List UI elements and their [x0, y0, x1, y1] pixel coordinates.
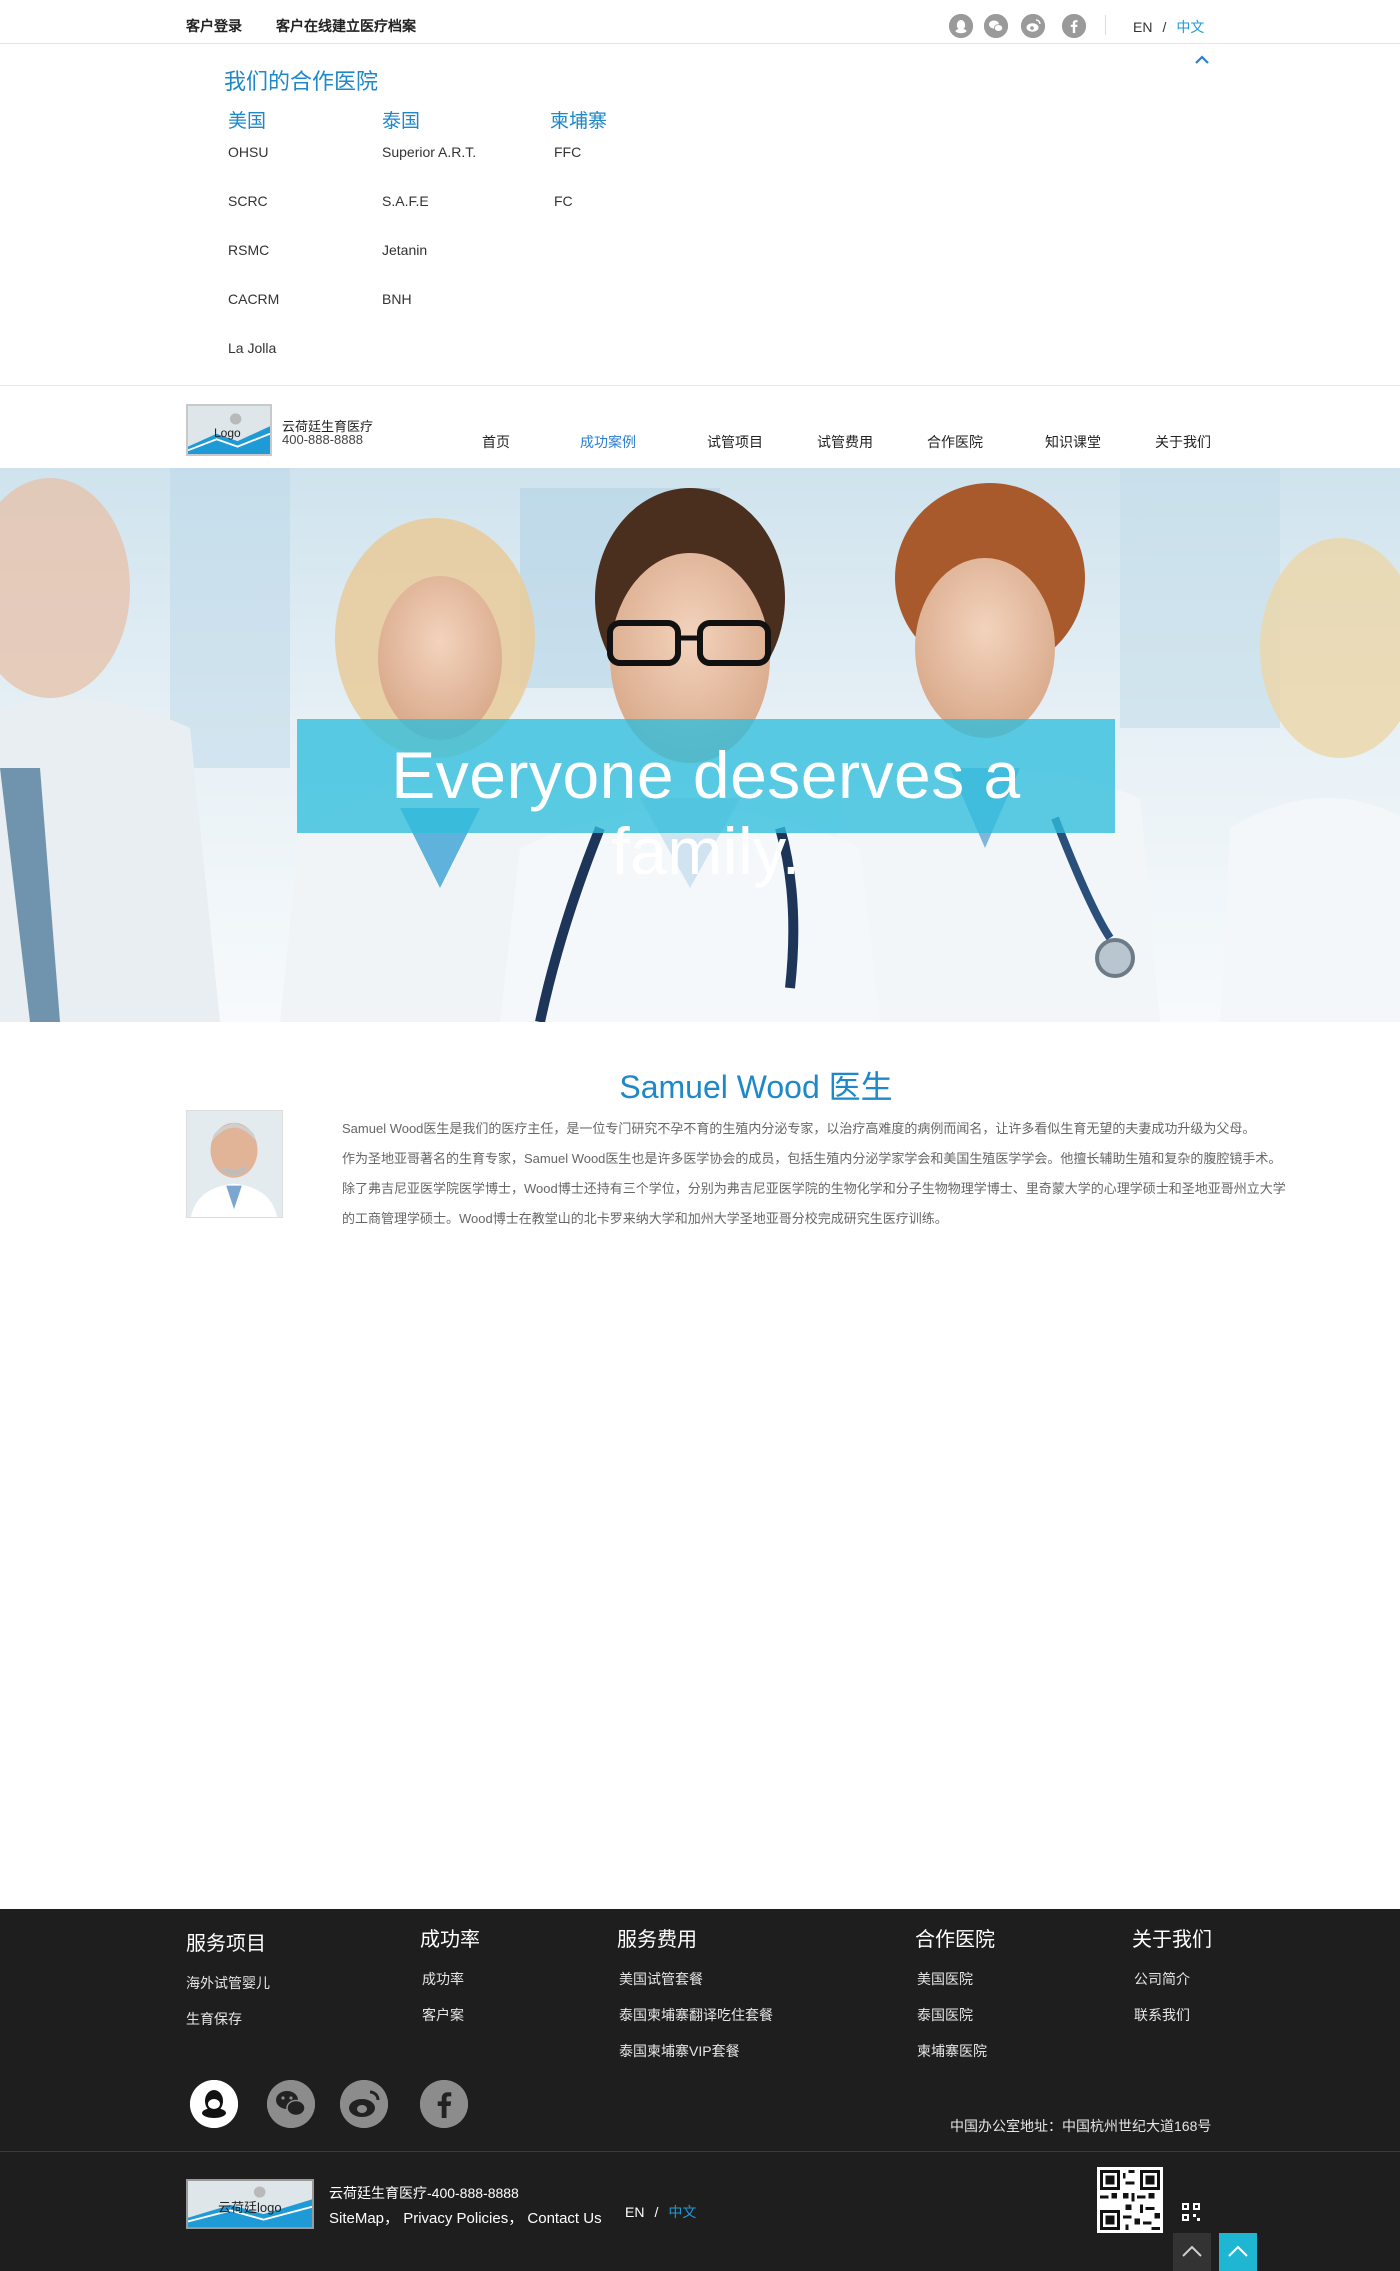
hospital-link[interactable]: CACRM: [228, 290, 279, 339]
weibo-icon[interactable]: [1021, 14, 1045, 38]
hospital-link[interactable]: OHSU: [228, 143, 279, 192]
footer-column-success-rate: 成功率 成功率 客户案: [420, 1923, 480, 2042]
footer-heading: 关于我们: [1132, 1929, 1212, 1951]
footer-legal-links: SiteMap， Privacy Policies， Contact Us: [329, 2207, 602, 2228]
footer-link[interactable]: 生育保存: [186, 2010, 270, 2046]
facebook-icon[interactable]: [420, 2080, 468, 2128]
doctor-title: Samuel Wood 医生: [619, 1069, 893, 1105]
footer-link[interactable]: 海外试管婴儿: [186, 1974, 270, 2010]
footer-heading: 服务费用: [617, 1929, 697, 1951]
hero-banner: Everyone deserves a family.: [0, 468, 1400, 1022]
bio-line: 除了弗吉尼亚医学院医学博士，Wood博士还持有三个学位，分别为弗吉尼亚医学院的生…: [342, 1181, 1286, 1196]
bio-line: Samuel Wood医生是我们的医疗主任，是一位专门研究不孕不育的生殖内分泌专…: [342, 1121, 1256, 1136]
footer-column-about: 关于我们 公司简介 联系我们: [1132, 1923, 1212, 2042]
hospital-link[interactable]: FFC: [550, 143, 607, 192]
footer-heading: 合作医院: [915, 1929, 995, 1951]
footer-link[interactable]: 美国试管套餐: [617, 1970, 773, 2006]
footer-heading: 成功率: [420, 1929, 480, 1951]
footer-language-switcher: EN / 中文: [625, 2202, 696, 2222]
privacy-link[interactable]: Privacy Policies，: [403, 2210, 523, 2227]
lang-zh-link[interactable]: 中文: [668, 2204, 696, 2220]
site-logo[interactable]: Logo: [186, 404, 272, 456]
wechat-icon[interactable]: [984, 14, 1008, 38]
nav-item-ivf-programs[interactable]: 试管项目: [707, 432, 763, 452]
hospital-link[interactable]: S.A.F.E: [382, 192, 476, 241]
nav-item-ivf-costs[interactable]: 试管费用: [817, 432, 873, 452]
hospital-link[interactable]: SCRC: [228, 192, 279, 241]
nav-item-knowledge[interactable]: 知识课堂: [1045, 432, 1101, 452]
hospital-link[interactable]: La Jolla: [228, 339, 279, 388]
country-name: 泰国: [382, 111, 421, 132]
topbar-divider: [1105, 15, 1106, 35]
footer-brand-line: 云荷廷生育医疗-400-888-8888: [329, 2185, 519, 2201]
office-address: 中国办公室地址：中国杭州世纪大道168号: [950, 2118, 1212, 2134]
site-footer: 服务项目 海外试管婴儿 生育保存 成功率 成功率 客户案 服务费用 美国试管套餐…: [0, 1909, 1400, 2271]
lang-en-link[interactable]: EN: [1133, 19, 1152, 35]
contact-link[interactable]: Contact Us: [527, 2210, 601, 2227]
facebook-icon[interactable]: [1062, 14, 1086, 38]
qr-code-image: [1097, 2167, 1163, 2233]
country-column-usa: 美国 OHSU SCRC RSMC CACRM La Jolla: [228, 106, 279, 388]
bio-line: 的工商管理学硕士。Wood博士在教堂山的北卡罗来纳大学和加州大学圣地亚哥分校完成…: [342, 1211, 948, 1226]
hospital-link[interactable]: RSMC: [228, 241, 279, 290]
doctor-photo: [186, 1110, 283, 1218]
footer-divider: [0, 2151, 1400, 2152]
language-switcher: EN / 中文: [1133, 17, 1204, 37]
footer-column-hospitals: 合作医院 美国医院 泰国医院 柬埔寨医院: [915, 1923, 995, 2078]
footer-link[interactable]: 成功率: [420, 1970, 480, 2006]
medical-records-link[interactable]: 客户在线建立医疗档案: [276, 16, 416, 36]
nav-item-about-us[interactable]: 关于我们: [1155, 432, 1211, 452]
country-column-thailand: 泰国 Superior A.R.T. S.A.F.E Jetanin BNH: [382, 106, 476, 339]
top-bar: 客户登录 客户在线建立医疗档案 EN / 中文: [0, 0, 1400, 44]
footer-logo[interactable]: 云荷廷logo: [186, 2179, 314, 2229]
footer-link[interactable]: 泰国柬埔寨翻译吃住套餐: [617, 2006, 773, 2042]
lang-en-link[interactable]: EN: [625, 2204, 644, 2220]
footer-heading: 服务项目: [186, 1933, 266, 1955]
country-column-cambodia: 柬埔寨 FFC FC: [550, 106, 607, 241]
lang-separator: /: [654, 2204, 659, 2220]
brand-phone: 400-888-8888: [282, 432, 363, 447]
footer-link[interactable]: 柬埔寨医院: [915, 2042, 995, 2078]
tagline-box: Everyone deserves a family.: [297, 719, 1115, 888]
hero-tagline: Everyone deserves a family.: [391, 738, 1021, 888]
wechat-icon[interactable]: [267, 2080, 315, 2128]
nav-item-home[interactable]: 首页: [482, 432, 510, 452]
bio-line: 作为圣地亚哥著名的生育专家，Samuel Wood医生也是许多医学协会的成员，包…: [342, 1151, 1282, 1166]
footer-link[interactable]: 泰国柬埔寨VIP套餐: [617, 2042, 773, 2078]
country-name: 柬埔寨: [550, 111, 608, 132]
customer-login-link[interactable]: 客户登录: [186, 16, 242, 36]
nav-item-success-cases[interactable]: 成功案例: [580, 432, 636, 452]
panel-title: 我们的合作医院: [224, 69, 379, 94]
footer-link[interactable]: 美国医院: [915, 1970, 995, 2006]
footer-column-services: 服务项目 海外试管婴儿 生育保存: [186, 1923, 270, 2046]
hospital-link[interactable]: Jetanin: [382, 241, 476, 290]
doctor-bio: Samuel Wood医生是我们的医疗主任，是一位专门研究不孕不育的生殖内分泌专…: [342, 1114, 1366, 1234]
partner-hospitals-panel: 我们的合作医院 美国 OHSU SCRC RSMC CACRM La Jolla…: [0, 44, 1400, 386]
qq-icon[interactable]: [949, 14, 973, 38]
qr-code-icon[interactable]: [1180, 2201, 1202, 2223]
footer-link[interactable]: 客户案: [420, 2006, 480, 2042]
main-nav: Logo 云荷廷生育医疗 400-888-8888 首页 成功案例 试管项目 试…: [0, 386, 1400, 468]
scroll-up-icon[interactable]: [1173, 2233, 1211, 2271]
sitemap-link[interactable]: SiteMap，: [329, 2210, 399, 2227]
logo-text: Logo: [214, 426, 241, 440]
nav-item-partner-hospitals[interactable]: 合作医院: [927, 432, 983, 452]
hospital-link[interactable]: BNH: [382, 290, 476, 339]
footer-logo-text: 云荷廷logo: [218, 2200, 282, 2215]
footer-link[interactable]: 公司简介: [1132, 1970, 1212, 2006]
hospital-link[interactable]: FC: [550, 192, 607, 241]
footer-link[interactable]: 联系我们: [1132, 2006, 1212, 2042]
footer-link[interactable]: 泰国医院: [915, 2006, 995, 2042]
back-to-top-button[interactable]: [1219, 2233, 1257, 2271]
lang-separator: /: [1162, 19, 1167, 35]
qq-icon[interactable]: [190, 2080, 238, 2128]
lang-zh-link[interactable]: 中文: [1176, 19, 1204, 35]
weibo-icon[interactable]: [340, 2080, 388, 2128]
footer-column-costs: 服务费用 美国试管套餐 泰国柬埔寨翻译吃住套餐 泰国柬埔寨VIP套餐: [617, 1923, 773, 2078]
country-name: 美国: [228, 111, 267, 132]
chevron-up-icon[interactable]: [1193, 52, 1211, 66]
hospital-link[interactable]: Superior A.R.T.: [382, 143, 476, 192]
